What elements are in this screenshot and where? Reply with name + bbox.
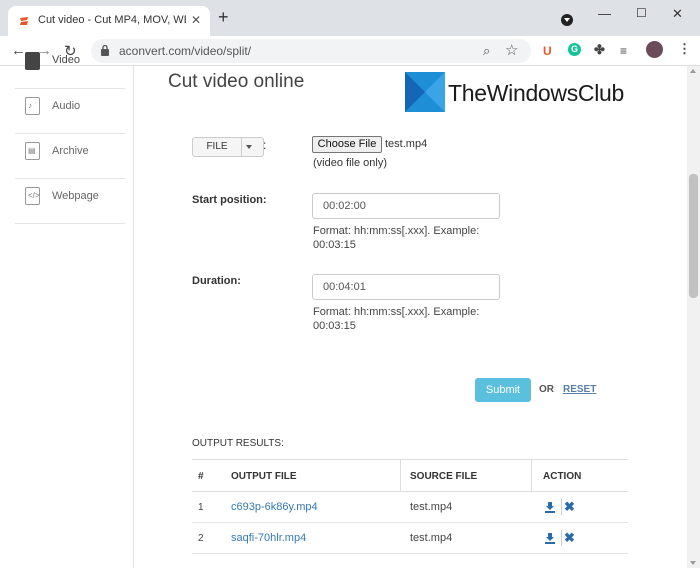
duration-input[interactable]: 00:04:01 xyxy=(312,274,500,300)
aconvert-favicon-icon xyxy=(20,17,28,25)
choose-file-button[interactable]: Choose File xyxy=(312,136,382,153)
ublock-extension-icon[interactable]: U xyxy=(543,44,552,58)
minimize-icon[interactable]: — xyxy=(598,6,611,21)
colon-separator: : xyxy=(263,138,267,152)
tab-bar: Cut video - Cut MP4, MOV, WEBM ✕ + — ☐ ✕ xyxy=(0,0,700,36)
audio-file-icon: ♪ xyxy=(25,97,40,115)
results-table-header: # OUTPUT FILE SOURCE FILE ACTION xyxy=(192,459,628,492)
delete-icon[interactable]: ✖ xyxy=(564,530,575,546)
output-file-link[interactable]: c693p-6k86y.mp4 xyxy=(231,501,318,513)
sidebar-item-audio[interactable]: ♪ Audio xyxy=(15,89,125,134)
start-position-hint: Format: hh:mm:ss[.xxx]. Example: 00:03:1… xyxy=(313,225,480,251)
download-icon[interactable] xyxy=(544,501,556,513)
sidebar-item-label: Audio xyxy=(52,100,81,112)
extensions-puzzle-icon[interactable]: ✤ xyxy=(594,42,605,58)
address-bar[interactable]: aconvert.com/video/split/ ⌕ ☆ xyxy=(91,39,531,63)
reading-list-icon[interactable]: ≡ xyxy=(620,44,627,58)
action-divider xyxy=(561,499,562,515)
column-divider xyxy=(531,460,532,492)
file-hint: (video file only) xyxy=(313,157,387,169)
sidebar-item-webpage[interactable]: </> Webpage xyxy=(15,179,125,224)
thewindowsclub-logo: TheWindowsClub xyxy=(403,70,643,112)
column-header-number: # xyxy=(198,471,204,482)
sidebar-item-label: Webpage xyxy=(52,190,99,202)
maximize-icon[interactable]: ☐ xyxy=(636,6,647,20)
output-file-link[interactable]: saqfi-70hlr.mp4 xyxy=(231,532,306,544)
bookmark-star-icon[interactable]: ☆ xyxy=(505,41,518,59)
duration-hint: Format: hh:mm:ss[.xxx]. Example: 00:03:1… xyxy=(313,306,480,332)
url-text: aconvert.com/video/split/ xyxy=(119,44,252,58)
close-tab-icon[interactable]: ✕ xyxy=(191,13,201,27)
new-tab-icon[interactable]: + xyxy=(218,8,229,26)
video-file-icon xyxy=(25,52,40,70)
table-row: 1 c693p-6k86y.mp4 test.mp4 ✖ xyxy=(192,492,628,523)
row-number: 2 xyxy=(198,533,204,544)
grammarly-extension-icon[interactable]: G xyxy=(568,43,581,56)
sidebar-item-label: Archive xyxy=(52,145,89,157)
browser-tab[interactable]: Cut video - Cut MP4, MOV, WEBM ✕ xyxy=(8,6,210,36)
file-source-dropdown[interactable]: FILE xyxy=(192,137,264,157)
zoom-icon[interactable]: ⌕ xyxy=(483,43,490,59)
start-position-input[interactable]: 00:02:00 xyxy=(312,193,500,219)
output-results-title: OUTPUT RESULTS: xyxy=(192,438,284,449)
column-header-output-file: OUTPUT FILE xyxy=(231,471,297,482)
logo-text: TheWindowsClub xyxy=(448,80,625,106)
main-content: Cut video online TheWindowsClub FILE : C… xyxy=(135,66,687,568)
submit-button[interactable]: Submit xyxy=(475,378,531,402)
tab-search-icon[interactable] xyxy=(561,14,573,26)
column-header-action: ACTION xyxy=(543,471,582,482)
or-separator: OR xyxy=(539,384,554,395)
sidebar-item-label: Video xyxy=(52,54,80,66)
webpage-file-icon: </> xyxy=(25,187,40,205)
profile-avatar[interactable] xyxy=(646,41,663,58)
close-window-icon[interactable]: ✕ xyxy=(672,6,683,22)
sidebar: Video ♪ Audio ▤ Archive </> Webpage xyxy=(0,52,134,568)
table-row: 2 saqfi-70hlr.mp4 test.mp4 ✖ xyxy=(192,523,628,554)
start-position-label: Start position: xyxy=(192,194,267,206)
selected-file-name: test.mp4 xyxy=(385,138,428,150)
reset-link[interactable]: RESET xyxy=(563,384,596,395)
file-source-label: FILE xyxy=(193,138,242,156)
row-number: 1 xyxy=(198,502,204,513)
download-icon[interactable] xyxy=(544,532,556,544)
scrollbar-thumb[interactable] xyxy=(689,174,698,298)
source-file: test.mp4 xyxy=(410,501,453,513)
scroll-up-icon[interactable] xyxy=(690,69,696,73)
caret-down-icon xyxy=(246,145,252,149)
windows-logo-icon xyxy=(405,72,445,112)
sidebar-item-video[interactable]: Video xyxy=(15,44,125,89)
source-file: test.mp4 xyxy=(410,532,453,544)
column-header-source-file: SOURCE FILE xyxy=(410,471,478,482)
column-divider xyxy=(400,460,401,492)
sidebar-item-archive[interactable]: ▤ Archive xyxy=(15,134,125,179)
archive-file-icon: ▤ xyxy=(25,142,40,160)
duration-label: Duration: xyxy=(192,275,241,287)
page-title: Cut video online xyxy=(168,71,305,92)
delete-icon[interactable]: ✖ xyxy=(564,499,575,515)
scroll-down-icon[interactable] xyxy=(690,561,696,565)
tab-title: Cut video - Cut MP4, MOV, WEBM xyxy=(38,14,186,26)
more-menu-icon[interactable]: ⋮ xyxy=(678,41,691,57)
action-divider xyxy=(561,530,562,546)
page-scrollbar[interactable] xyxy=(687,66,700,568)
